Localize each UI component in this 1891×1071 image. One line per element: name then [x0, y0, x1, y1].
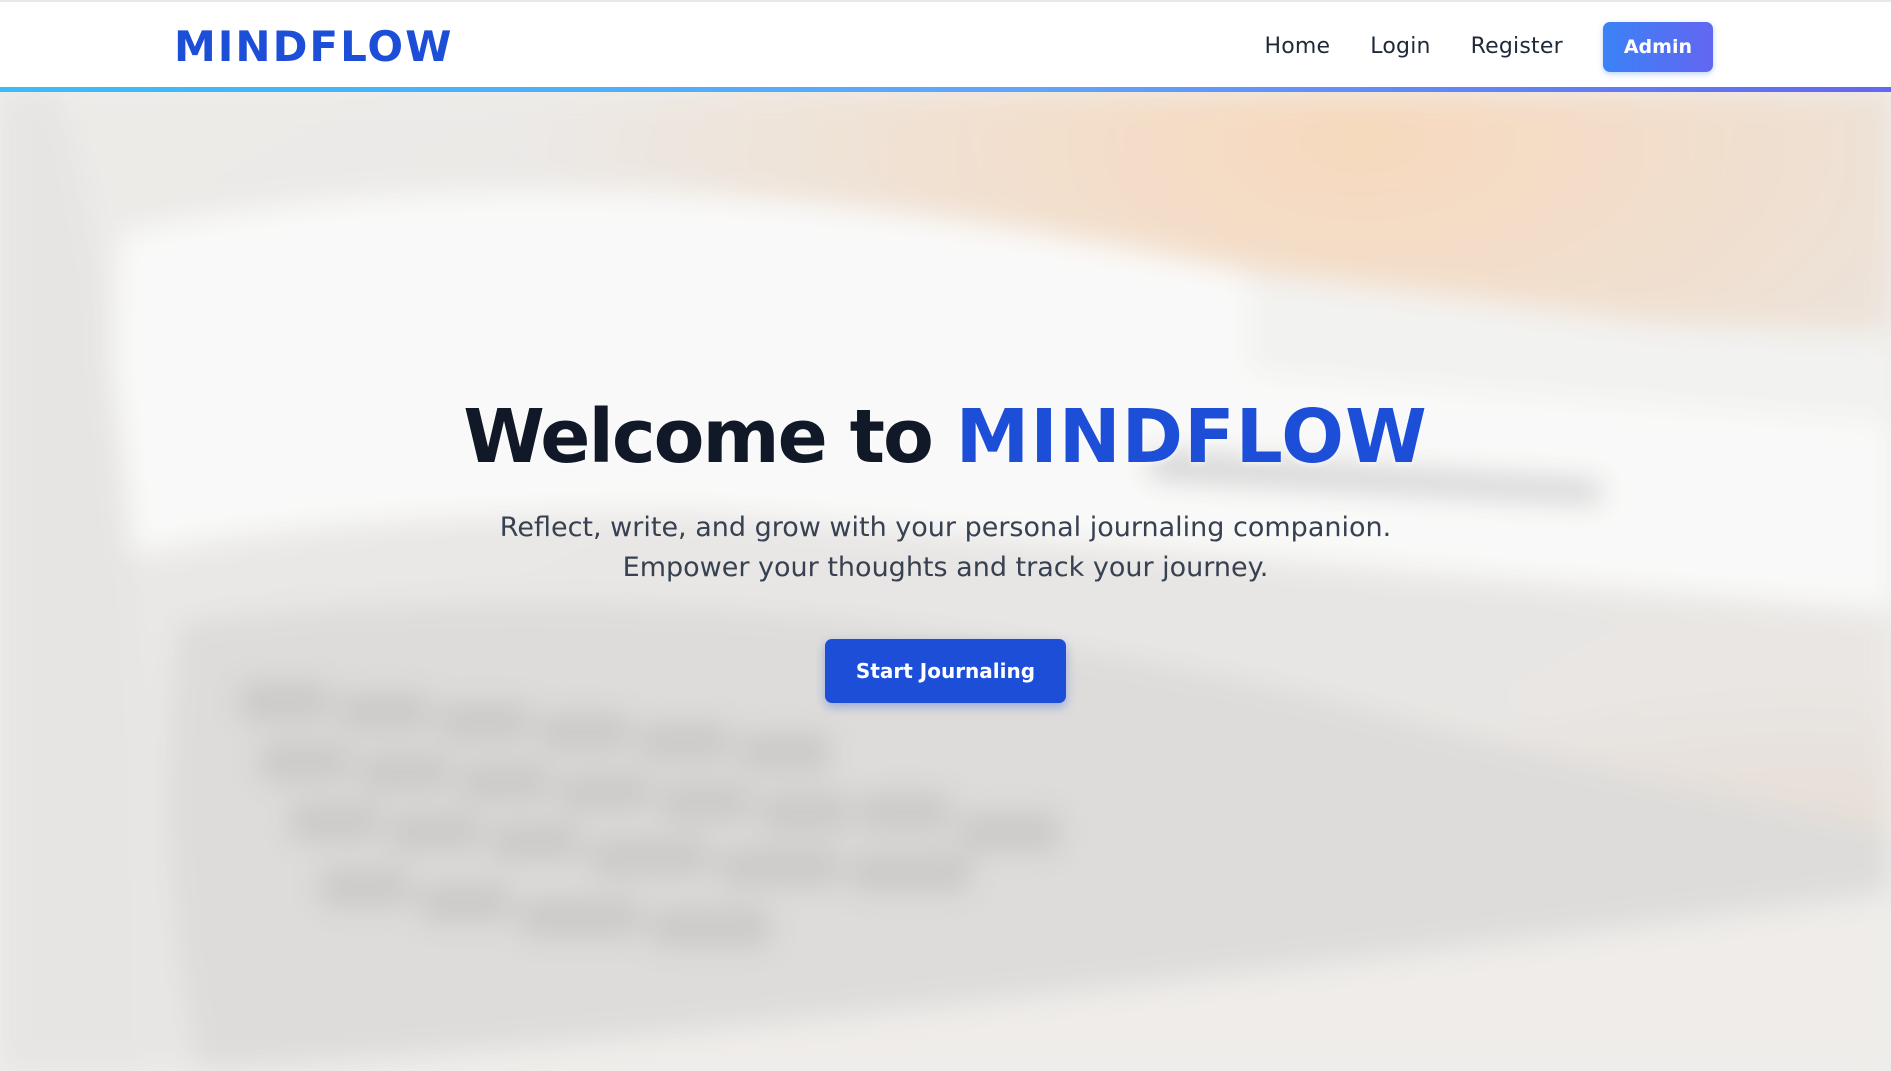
top-navbar: MINDFLOW Home Login Register Admin: [0, 0, 1891, 92]
hero-subtitle-line-2: Empower your thoughts and track your jou…: [622, 552, 1269, 583]
hero-title-prefix: Welcome to: [463, 394, 934, 480]
nav-link-home[interactable]: Home: [1265, 22, 1331, 72]
nav-links: Home Login Register Admin: [1225, 22, 1713, 72]
nav-link-login[interactable]: Login: [1370, 22, 1430, 72]
nav-link-register[interactable]: Register: [1471, 22, 1563, 72]
hero-subtitle: Reflect, write, and grow with your perso…: [446, 508, 1446, 588]
hero-subtitle-line-1: Reflect, write, and grow with your perso…: [499, 512, 1392, 543]
admin-button[interactable]: Admin: [1602, 22, 1713, 72]
brand-logo[interactable]: MINDFLOW: [174, 22, 453, 72]
hero-content: Welcome to MINDFLOW Reflect, write, and …: [0, 392, 1891, 703]
hero-title: Welcome to MINDFLOW: [0, 392, 1891, 482]
start-journaling-button[interactable]: Start Journaling: [824, 639, 1067, 703]
hero-section: Welcome to MINDFLOW Reflect, write, and …: [0, 92, 1891, 1071]
hero-title-accent: MINDFLOW: [955, 394, 1428, 480]
landing-page: MINDFLOW Home Login Register Admin Welco…: [0, 0, 1891, 1071]
navbar-accent-bar: [0, 87, 1891, 92]
